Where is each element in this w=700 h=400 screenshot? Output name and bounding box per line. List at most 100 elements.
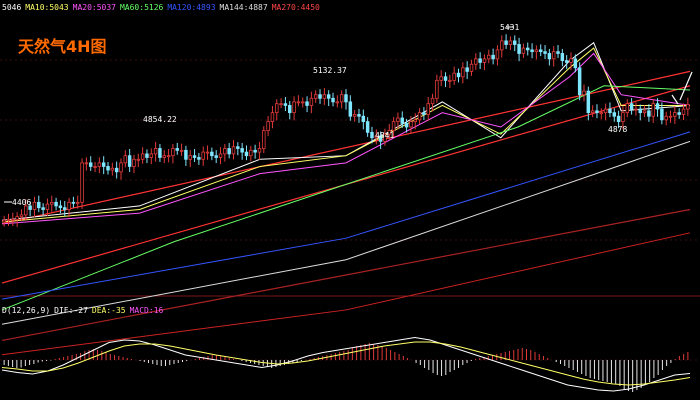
macd-panel [1,336,691,392]
candle-41 [179,143,184,156]
candle-126 [547,48,552,66]
candle-33 [145,149,149,164]
candle-73 [318,89,322,104]
candle-body [335,101,340,104]
candle-133 [577,62,582,101]
candle-139 [603,103,608,121]
candle-body [668,115,673,118]
candle-23 [101,156,106,175]
candle-body [184,149,188,160]
candle-body [41,207,45,210]
candle-146 [634,102,638,116]
candle-body [344,94,348,103]
candle-body [352,114,357,117]
candle-body [556,51,560,54]
candle-58 [253,144,257,159]
candle-59 [257,141,262,160]
candle-body [231,146,236,155]
candle-21 [93,161,97,173]
candle-100 [435,74,439,103]
macd-legend-item-1: DIF:-27 [54,306,88,315]
candle-body [426,103,430,115]
candle-body [348,101,353,117]
candle-body [586,90,591,114]
price-label-3: 4841 [375,131,394,140]
candle-body [530,49,534,53]
candle-body [400,117,404,124]
candle-body [616,115,621,123]
candle-body [179,149,184,152]
candle-123 [534,45,539,60]
candle-body [322,94,327,99]
candle-body [227,148,231,155]
candle-body [2,219,6,223]
candle-body [266,121,270,131]
candle-67 [292,96,296,121]
candle-body [655,103,660,110]
candle-18 [80,158,84,209]
candle-61 [266,116,270,137]
candle-75 [326,90,331,107]
candle-42 [184,145,188,166]
candle-body [188,155,192,160]
candle-0 [2,215,6,227]
candle-body [422,112,426,115]
candle-body [292,101,296,114]
candle-body [149,153,154,158]
candle-51 [223,144,227,162]
candle-body [257,148,262,153]
ma-legend: 5046 MA10:5043 MA20:5037 MA60:5126 MA120:489… [2,3,320,12]
candle-body [482,58,487,63]
candle-body [253,149,257,153]
candle-50 [218,147,223,165]
candle-body [205,151,210,154]
candle-22 [97,157,102,174]
candle-body [439,76,443,81]
candle-31 [136,153,141,167]
candle-64 [279,98,283,109]
macd-legend-item-3: MACD:16 [130,306,164,315]
ma-legend-item-5: MA144:4887 [220,3,268,12]
candle-body [595,110,599,114]
ma-legend-item-2: MA20:5037 [73,3,117,12]
candle-body [361,115,366,123]
candle-body [404,123,409,128]
candle-121 [525,42,530,56]
candle-128 [556,45,560,58]
candle-body [599,112,604,115]
candle-body [681,108,686,115]
candle-body [634,108,638,111]
candle-body [123,155,128,164]
candle-body [491,54,495,60]
candle-body [54,201,58,207]
candle-38 [166,149,171,163]
candle-body [283,103,288,106]
candle-body [452,72,456,81]
ma-legend-item-6: MA270:4450 [272,3,320,12]
candle-body [551,51,556,60]
candle-124 [538,44,543,57]
candle-body [538,49,543,53]
ma-legend-item-3: MA60:5126 [120,3,164,12]
candle-body [448,79,452,82]
candle-body [577,67,582,96]
candle-62 [270,106,275,129]
candle-body [569,58,573,63]
candle-29 [127,149,132,173]
candle-body [140,153,145,160]
candle-body [629,103,634,110]
candle-30 [132,154,136,174]
candle-body [50,201,54,205]
candle-28 [123,150,128,168]
candle-109 [474,53,478,70]
candle-147 [638,104,642,121]
candle-body [413,119,417,123]
candle-46 [201,146,205,166]
candle-16 [71,196,76,208]
candle-80 [348,95,353,121]
candle-body [63,207,67,210]
candle-53 [231,140,236,160]
up-arrow [679,71,693,101]
candle-40 [175,142,179,155]
candle-body [612,112,617,117]
